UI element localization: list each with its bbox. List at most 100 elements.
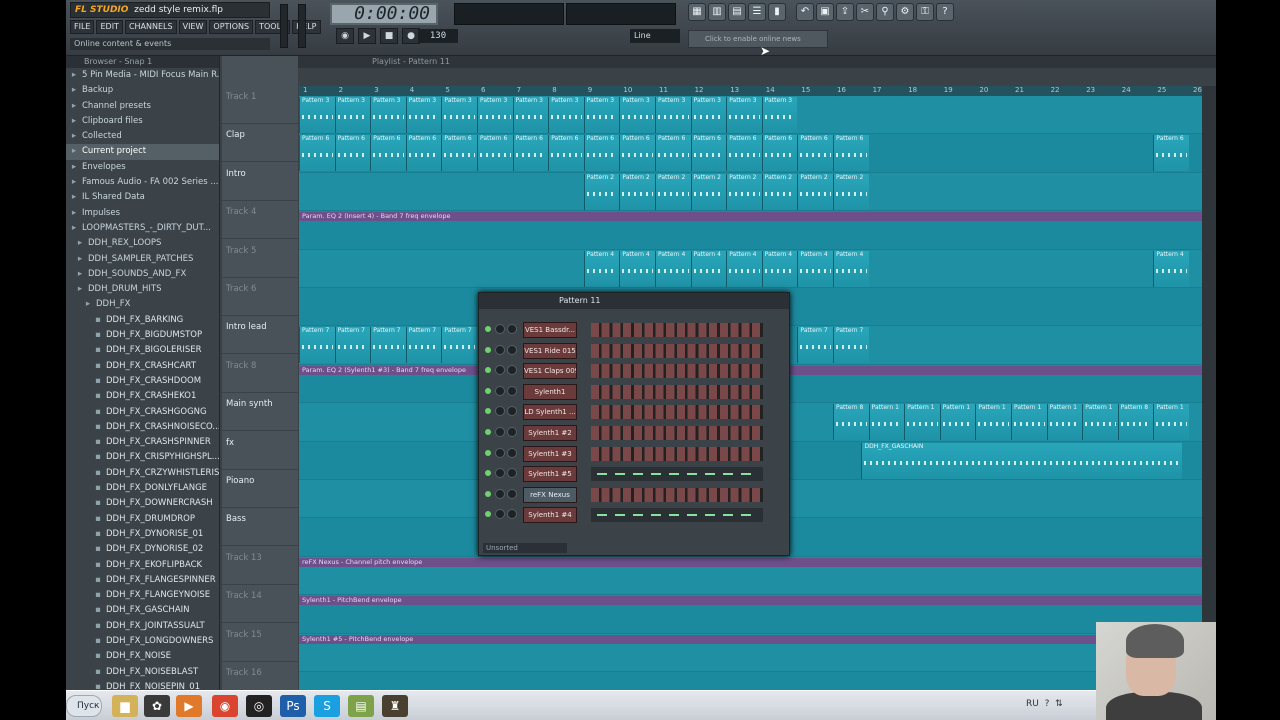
online-news-bar[interactable]: Click to enable online news xyxy=(688,30,828,48)
browser-item[interactable]: ▸ 5 Pin Media - MIDI Focus Main R... xyxy=(66,68,219,83)
track-name[interactable]: Track 8 xyxy=(222,355,298,393)
browser-item[interactable]: ▪ DDH_FX_CRASHSPINNER xyxy=(66,435,219,450)
pattern-clip[interactable]: Pattern 1 xyxy=(904,404,940,441)
browser-item[interactable]: ▸ LOOPMASTERS_-_DIRTY_DUT... xyxy=(66,221,219,236)
step-buttons[interactable] xyxy=(591,508,763,523)
pattern-clip[interactable]: Pattern 4 xyxy=(726,250,762,287)
browser-item[interactable]: ▸ DDH_REX_LOOPS xyxy=(66,236,219,251)
pattern-clip[interactable]: Pattern 2 xyxy=(761,173,798,210)
pattern-clip[interactable]: Pattern 6 xyxy=(299,135,335,172)
step-buttons[interactable] xyxy=(591,426,763,440)
channel-enable-led[interactable] xyxy=(485,346,491,353)
channel-filter-select[interactable]: Unsorted xyxy=(483,543,567,553)
browser-item[interactable]: ▪ DDH_FX_BARKING xyxy=(66,313,219,328)
browser-item[interactable]: ▸ Famous Audio - FA 002 Series ... xyxy=(66,175,219,190)
pan-knob[interactable] xyxy=(495,385,505,396)
track-name[interactable]: Clap xyxy=(222,124,298,163)
step-buttons[interactable] xyxy=(591,467,763,482)
pattern-clip[interactable]: Pattern 6 xyxy=(655,135,691,172)
channel-button[interactable]: Sylenth1 #4 xyxy=(523,507,577,524)
channel-enable-led[interactable] xyxy=(485,429,491,435)
pattern-clip[interactable]: Pattern 1 xyxy=(1046,404,1083,441)
track-name[interactable]: Track 14 xyxy=(222,585,298,624)
browser-item[interactable]: ▪ DDH_FX_LONGDOWNERS xyxy=(66,634,219,649)
pattern-clip[interactable]: Pattern 4 xyxy=(690,250,727,287)
browser-item[interactable]: ▪ DDH_FX_GASCHAIN xyxy=(66,603,219,618)
pattern-clip[interactable]: Pattern 7 xyxy=(299,327,335,364)
pan-knob[interactable] xyxy=(495,344,505,355)
pan-knob[interactable] xyxy=(495,406,505,417)
cut-icon[interactable]: ✂ xyxy=(856,3,874,21)
browser-item[interactable]: ▪ DDH_FX_DYNORISE_02 xyxy=(66,542,219,557)
pan-knob[interactable] xyxy=(495,365,505,376)
folder-icon[interactable]: ▤ xyxy=(348,695,374,717)
track-name[interactable]: Bass xyxy=(222,508,298,547)
channel-enable-led[interactable] xyxy=(485,449,491,456)
volume-knob[interactable] xyxy=(507,365,517,376)
pattern-clip[interactable]: Pattern 2 xyxy=(655,173,691,210)
pattern-clip[interactable]: Pattern 6 xyxy=(512,135,549,172)
browser-item[interactable]: ▸ DDH_SOUNDS_AND_FX xyxy=(66,267,219,282)
pattern-clip[interactable]: Pattern 8 xyxy=(833,404,869,441)
lock-icon[interactable]: ⚿ xyxy=(916,3,934,21)
pattern-clip[interactable]: Pattern 4 xyxy=(761,250,798,287)
tempo-display[interactable]: 130 xyxy=(418,29,458,43)
browser-item[interactable]: ▪ DDH_FX_CRZYWHISTLERISE xyxy=(66,466,219,481)
volume-knob[interactable] xyxy=(507,427,517,437)
volume-knob[interactable] xyxy=(507,344,517,355)
browser-item[interactable]: ▸ Clipboard files xyxy=(66,114,219,129)
pattern-clip[interactable]: Pattern 6 xyxy=(761,135,798,172)
pattern-clip[interactable]: Pattern 6 xyxy=(1153,135,1189,172)
track-name[interactable]: Main synth xyxy=(222,393,298,432)
network-icon[interactable]: ⇅ xyxy=(1055,699,1063,709)
step-sequencer-icon[interactable]: ▥ xyxy=(708,3,726,21)
menu-item-channels[interactable]: CHANNELS xyxy=(124,20,177,34)
track-name[interactable]: Track 16 xyxy=(222,662,298,690)
pattern-clip[interactable]: Pattern 6 xyxy=(690,135,727,172)
browser-item[interactable]: ▸ Current project xyxy=(66,144,219,160)
pattern-clip[interactable]: Pattern 6 xyxy=(548,135,584,172)
channel-button[interactable]: VES1 Claps 009 xyxy=(523,363,577,380)
browser-item[interactable]: ▪ DDH_FX_EKOFLIPBACK xyxy=(66,558,219,573)
menu-item-help[interactable]: HELP xyxy=(292,20,321,34)
browser-item[interactable]: ▸ Channel presets xyxy=(66,99,219,114)
automation-clip[interactable]: Sylenth1 #5 - PitchBend envelope xyxy=(299,634,1202,644)
pattern-clip[interactable]: Pattern 6 xyxy=(726,135,762,172)
channel-enable-led[interactable] xyxy=(485,387,491,394)
save-icon[interactable]: ▣ xyxy=(816,3,834,21)
pattern-clip[interactable]: Pattern 7 xyxy=(833,327,869,364)
browser-item[interactable]: ▪ DDH_FX_DOWNERCRASH xyxy=(66,496,219,511)
pattern-song-toggle[interactable]: ◉ xyxy=(336,28,354,44)
menu-item-view[interactable]: VIEW xyxy=(178,20,208,34)
help-icon[interactable]: ? xyxy=(936,3,954,21)
pattern-title[interactable]: Pattern 11 xyxy=(479,293,789,309)
browser-item[interactable]: ▪ DDH_FX_DONLYFLANGE xyxy=(66,481,219,496)
menu-item-options[interactable]: OPTIONS xyxy=(209,20,254,34)
photoshop-icon[interactable]: Ps xyxy=(280,695,306,717)
pattern-clip[interactable]: Pattern 7 xyxy=(334,327,371,364)
settings-icon[interactable]: ⚙ xyxy=(896,3,914,21)
channel-enable-led[interactable] xyxy=(485,408,491,415)
browser-item[interactable]: ▸ Backup xyxy=(66,83,219,98)
browser-item[interactable]: ▸ Collected xyxy=(66,129,219,144)
pattern-clip[interactable]: Pattern 3 xyxy=(334,97,371,133)
track-name[interactable]: Intro lead xyxy=(222,316,298,355)
step-buttons[interactable] xyxy=(591,384,763,399)
pattern-clip[interactable]: Pattern 3 xyxy=(548,97,584,133)
volume-knob[interactable] xyxy=(507,509,517,520)
pattern-clip[interactable]: Pattern 3 xyxy=(690,97,727,133)
browser-item[interactable]: ▪ DDH_FX_CRASHDOOM xyxy=(66,374,219,389)
track-name[interactable]: Pioano xyxy=(222,470,298,508)
track-name[interactable]: Intro xyxy=(222,163,298,201)
language-indicator[interactable]: RU xyxy=(1026,699,1039,709)
pan-knob[interactable] xyxy=(495,447,505,458)
start-button[interactable]: Пуск xyxy=(66,695,102,717)
browser-item[interactable]: ▪ DDH_FX_CRASHEKO1 xyxy=(66,389,219,404)
pattern-clip[interactable]: Pattern 3 xyxy=(512,97,549,133)
browser-item[interactable]: ▪ DDH_FX_FLANGESPINNER xyxy=(66,573,219,588)
menu-item-edit[interactable]: EDIT xyxy=(96,20,123,34)
pattern-clip[interactable]: Pattern 6 xyxy=(583,135,620,172)
pattern-clip[interactable]: Pattern 2 xyxy=(690,173,727,210)
step-buttons[interactable] xyxy=(591,405,763,420)
pattern-clip[interactable]: Pattern 3 xyxy=(405,97,442,133)
